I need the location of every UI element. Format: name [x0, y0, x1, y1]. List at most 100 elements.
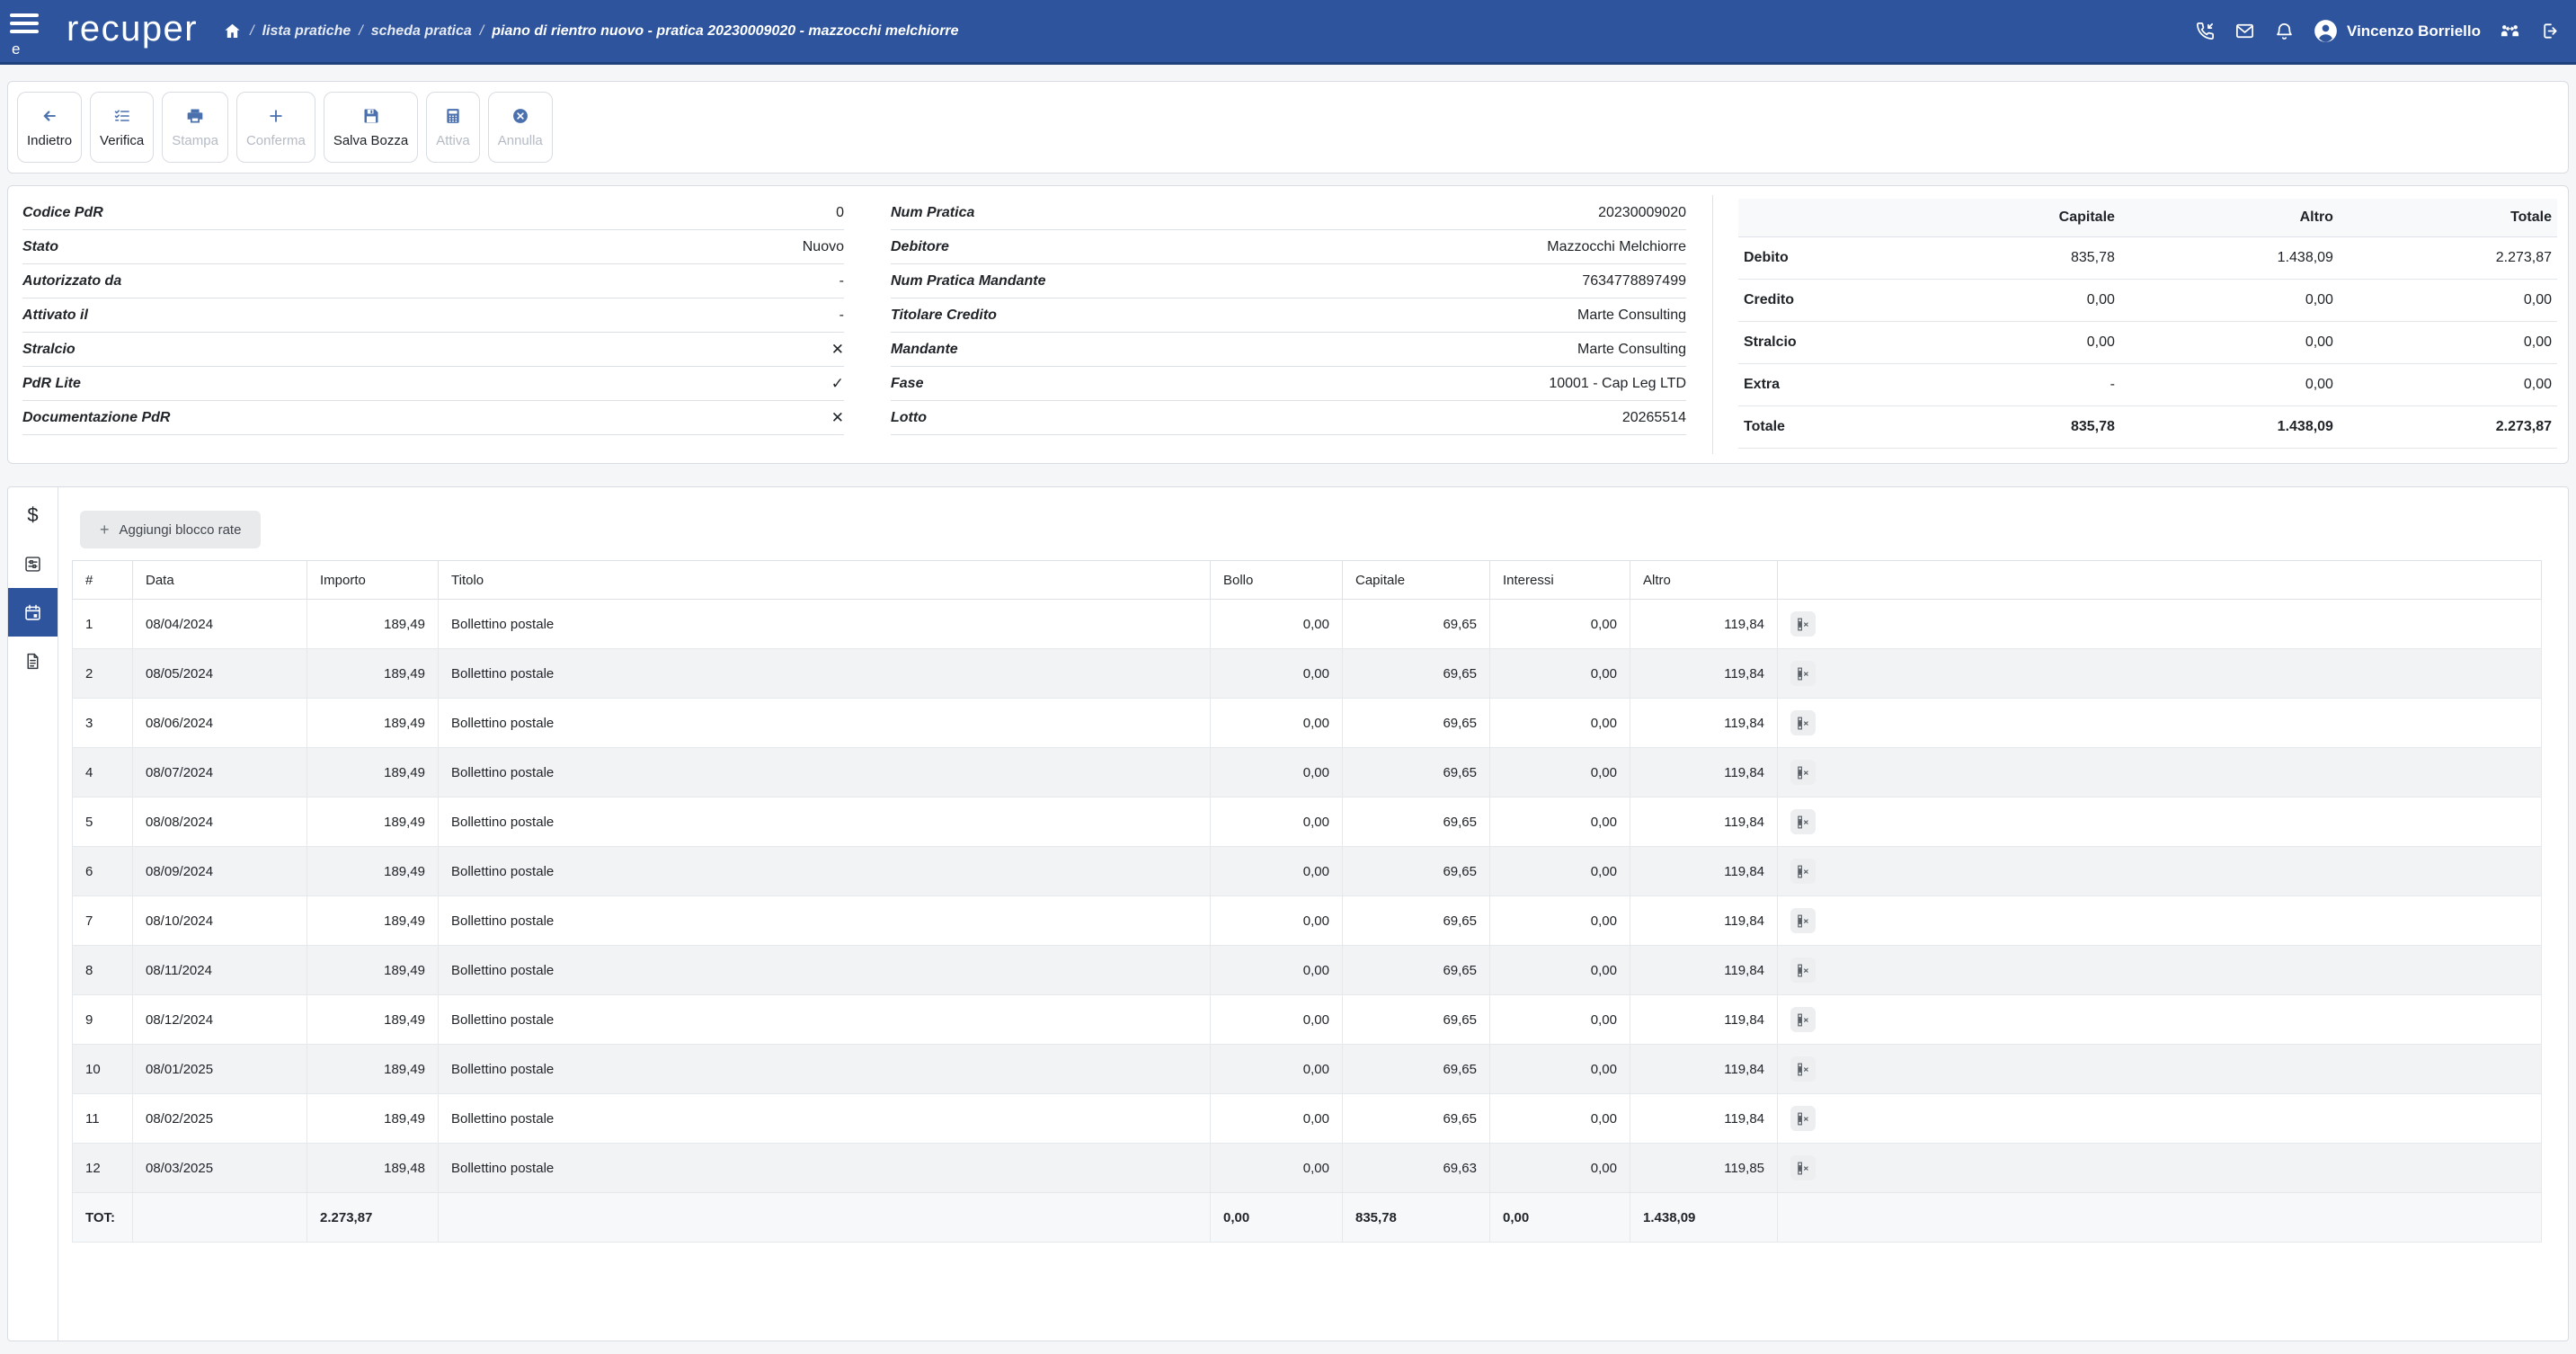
rate-capitale: 69,65: [1343, 896, 1490, 946]
field-value: 20230009020: [1598, 205, 1686, 221]
home-icon[interactable]: [223, 22, 242, 40]
remove-block-icon: [1796, 666, 1811, 681]
toolbar-button-label: Annulla: [498, 133, 543, 148]
remove-rate-block-button[interactable]: [1790, 1007, 1816, 1032]
rate-capitale: 69,65: [1343, 797, 1490, 847]
rate-actions-cell: [1778, 797, 2542, 847]
rate-content: + Aggiungi blocco rate #DataImportoTitol…: [58, 487, 2568, 1341]
rate-importo: 189,49: [307, 649, 439, 699]
user-avatar-icon: [2314, 19, 2338, 43]
remove-rate-block-button[interactable]: [1790, 1155, 1816, 1180]
summary-row-label: Extra: [1738, 364, 1902, 406]
rate-importo: 189,48: [307, 1144, 439, 1193]
remove-rate-block-button[interactable]: [1790, 908, 1816, 933]
rate-bollo: 0,00: [1211, 699, 1343, 748]
bell-icon[interactable]: [2274, 21, 2295, 41]
rate-altro: 119,84: [1630, 748, 1778, 797]
field-row: Attivato il -: [22, 298, 844, 333]
summary-row: Credito0,000,000,00: [1738, 280, 2557, 322]
user-exchange-icon[interactable]: [2500, 21, 2520, 41]
tab-documents[interactable]: [8, 637, 58, 685]
sliders-icon: [23, 555, 42, 574]
rate-capitale: 69,65: [1343, 1045, 1490, 1094]
rate-row: 1108/02/2025189,49Bollettino postale0,00…: [73, 1094, 2542, 1144]
rate-actions-cell: [1778, 847, 2542, 896]
tab-amounts[interactable]: $: [8, 491, 58, 539]
rate-date: 08/02/2025: [133, 1094, 307, 1144]
rate-importo: 189,49: [307, 797, 439, 847]
field-label: Attivato il: [22, 307, 88, 324]
summary-value: 2.273,87: [2339, 406, 2557, 449]
tab-settings[interactable]: [8, 539, 58, 588]
remove-rate-block-button[interactable]: [1790, 1106, 1816, 1131]
rate-titolo: Bollettino postale: [439, 1045, 1211, 1094]
user-menu[interactable]: Vincenzo Borriello: [2314, 19, 2481, 43]
rate-date: 08/07/2024: [133, 748, 307, 797]
rate-num: 3: [73, 699, 133, 748]
remove-rate-block-button[interactable]: [1790, 1056, 1816, 1082]
rate-num: 5: [73, 797, 133, 847]
rate-row: 1208/03/2025189,48Bollettino postale0,00…: [73, 1144, 2542, 1193]
add-rate-block-button[interactable]: + Aggiungi blocco rate: [80, 511, 261, 548]
tab-rate-schedule[interactable]: [8, 588, 58, 637]
rate-interessi: 0,00: [1490, 600, 1630, 649]
remove-rate-block-button[interactable]: [1790, 760, 1816, 785]
summary-value: 835,78: [1902, 237, 2120, 280]
field-row: Fase10001 - Cap Leg LTD: [891, 367, 1686, 401]
practice-details-card: Codice PdR0StatoNuovoAutorizzato da-Atti…: [7, 185, 2569, 464]
field-value: 20265514: [1622, 410, 1686, 426]
conferma-button: Conferma: [236, 92, 315, 163]
remove-rate-block-button[interactable]: [1790, 809, 1816, 834]
indietro-button[interactable]: Indietro: [17, 92, 82, 163]
breadcrumb-item[interactable]: lista pratiche: [262, 23, 351, 40]
rate-altro: 119,84: [1630, 600, 1778, 649]
remove-block-icon: [1796, 617, 1811, 632]
rate-capitale: 69,65: [1343, 748, 1490, 797]
field-row: Num Pratica Mandante7634778897499: [891, 264, 1686, 298]
rate-column-header: Interessi: [1490, 561, 1630, 600]
rate-altro: 119,84: [1630, 896, 1778, 946]
breadcrumb-item[interactable]: scheda pratica: [371, 23, 472, 40]
field-value: Mazzocchi Melchiorre: [1547, 239, 1686, 255]
remove-rate-block-button[interactable]: [1790, 859, 1816, 884]
field-row: Stralcio✕: [22, 333, 844, 367]
phone-incoming-icon[interactable]: [2195, 21, 2216, 41]
field-label: Debitore: [891, 239, 949, 255]
rate-titolo: Bollettino postale: [439, 946, 1211, 995]
field-value: -: [839, 307, 844, 324]
toolbar-button-label: Salva Bozza: [333, 133, 408, 148]
remove-rate-block-button[interactable]: [1790, 611, 1816, 637]
rate-importo: 189,49: [307, 600, 439, 649]
toolbar-button-label: Attiva: [436, 133, 470, 148]
rate-date: 08/06/2024: [133, 699, 307, 748]
rate-bollo: 0,00: [1211, 1045, 1343, 1094]
mail-icon[interactable]: [2234, 21, 2255, 41]
rate-actions-cell: [1778, 896, 2542, 946]
rate-actions-cell: [1778, 600, 2542, 649]
remove-block-icon: [1796, 765, 1811, 780]
cross-mark-icon: ✕: [831, 341, 844, 359]
rate-tab-strip: $: [8, 487, 58, 1341]
remove-rate-block-button[interactable]: [1790, 710, 1816, 735]
rate-actions-cell: [1778, 995, 2542, 1045]
salva-bozza-button[interactable]: Salva Bozza: [324, 92, 418, 163]
remove-rate-block-button[interactable]: [1790, 661, 1816, 686]
rate-num: 1: [73, 600, 133, 649]
breadcrumb-separator: /: [250, 23, 253, 40]
remove-rate-block-button[interactable]: [1790, 958, 1816, 983]
rate-titolo: Bollettino postale: [439, 896, 1211, 946]
calendar-icon: [23, 603, 42, 622]
logout-icon[interactable]: [2539, 21, 2560, 41]
details-left-column: Codice PdR0StatoNuovoAutorizzato da-Atti…: [8, 186, 844, 463]
verifica-button[interactable]: Verifica: [90, 92, 154, 163]
rate-capitale: 69,65: [1343, 699, 1490, 748]
summary-value: 0,00: [2120, 364, 2339, 406]
rate-num: 7: [73, 896, 133, 946]
rate-num: 12: [73, 1144, 133, 1193]
hamburger-menu-icon[interactable]: [10, 13, 39, 33]
field-value: -: [839, 273, 844, 290]
rate-num: 10: [73, 1045, 133, 1094]
rate-bollo: 0,00: [1211, 946, 1343, 995]
rate-interessi: 0,00: [1490, 1144, 1630, 1193]
rate-importo: 189,49: [307, 699, 439, 748]
